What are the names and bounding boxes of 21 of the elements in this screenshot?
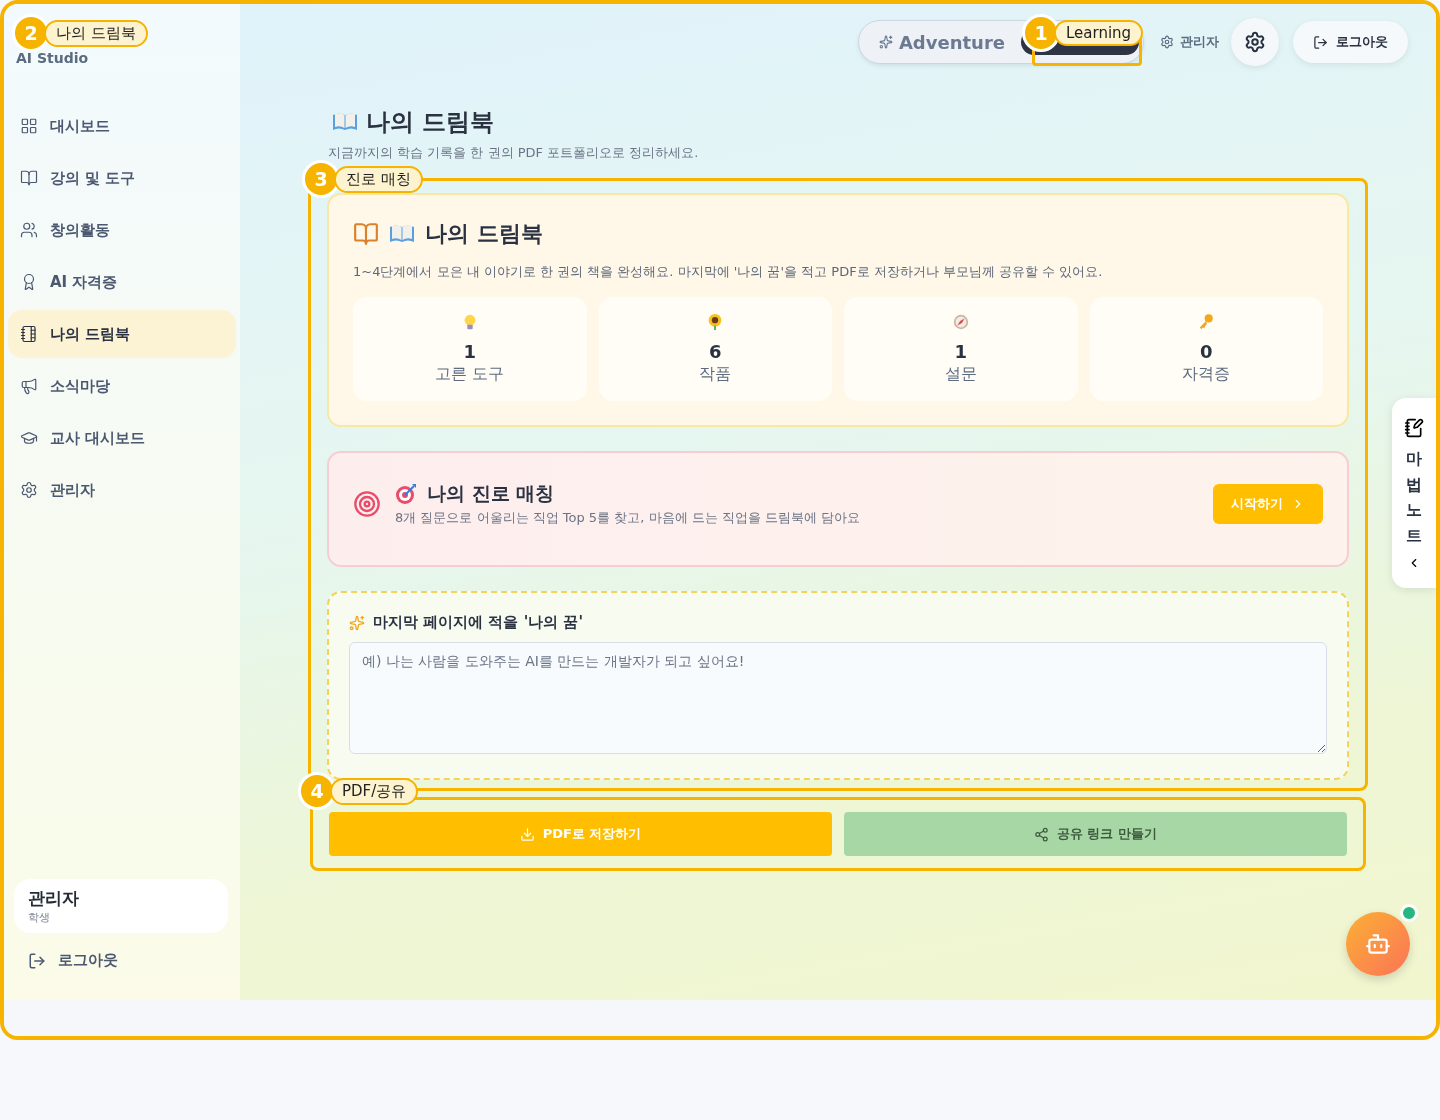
- stat-value: 1: [463, 341, 476, 362]
- callout-tooltip: 진로 매칭: [334, 165, 423, 193]
- card-description: 1~4단계에서 모은 내 이야기로 한 권의 책을 완성해요. 마지막에 '나의 꿈'을 적고 PDF로 저장하거나 부모님께 공유할 수 있어요.: [353, 263, 1104, 281]
- callout-tooltip: PDF/공유: [330, 777, 419, 805]
- brand-subtitle: AI Studio: [16, 50, 89, 66]
- card-description: 8개 질문으로 어울리는 직업 Top 5를 찾고, 마음에 드는 직업을 드림북에 담아요: [395, 509, 861, 527]
- stat-label: 작품: [699, 364, 732, 385]
- callout-tooltip: Learning: [1054, 20, 1144, 46]
- stat-value: 6: [709, 341, 722, 362]
- user-role: 학생: [28, 910, 51, 925]
- page-subtitle: 지금까지의 학습 기록을 한 권의 PDF 포트폴리오로 정리하세요.: [328, 144, 700, 162]
- stat-value: 1: [954, 341, 967, 362]
- page-title: 나의 드림북: [366, 107, 495, 138]
- stat-value: 0: [1200, 341, 1213, 362]
- stat-label: 설문: [944, 364, 977, 385]
- card-title: 나의 진로 매칭: [427, 481, 555, 506]
- dream-label: 마지막 페이지에 적을 '나의 꿈': [349, 613, 1327, 632]
- stat-label: 자격증: [1182, 364, 1231, 385]
- stat-label: 고른 도구: [435, 364, 505, 385]
- user-name: 관리자: [28, 887, 80, 910]
- card-title: 나의 드림북: [425, 220, 543, 248]
